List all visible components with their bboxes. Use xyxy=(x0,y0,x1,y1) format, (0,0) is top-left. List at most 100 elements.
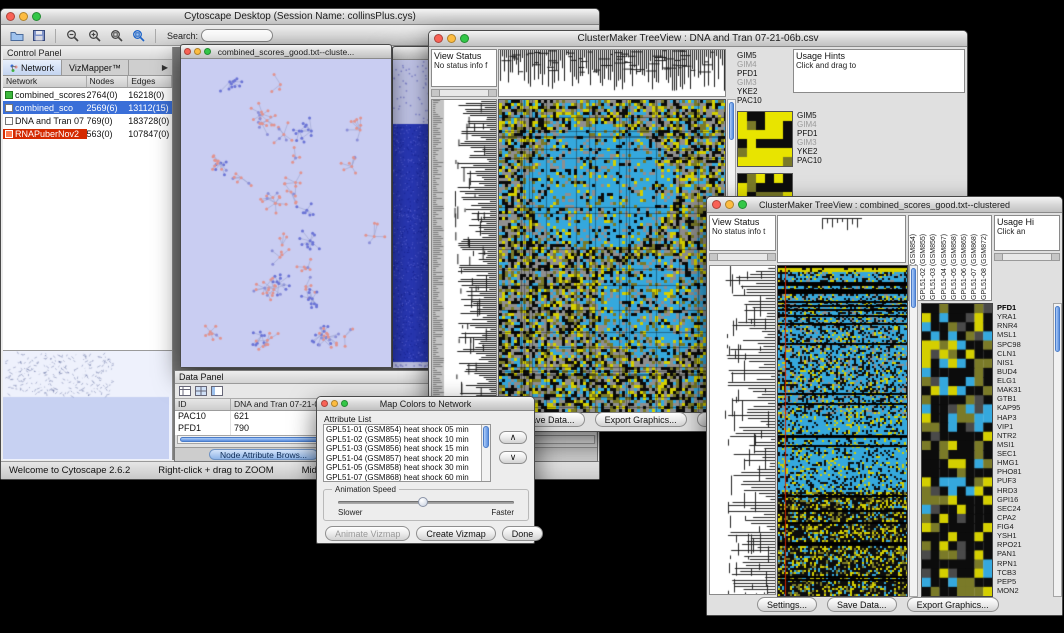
attribute-list-scrollbar[interactable] xyxy=(481,425,490,481)
treeview2-titlebar[interactable]: ClusterMaker TreeView : combined_scores_… xyxy=(707,197,1062,213)
zoom-in-icon[interactable] xyxy=(85,28,104,44)
minimize-icon[interactable] xyxy=(194,48,201,55)
gene-label[interactable]: YKE2 xyxy=(737,87,791,96)
tab-overflow-icon[interactable]: ▶ xyxy=(129,60,172,75)
gene-label[interactable]: GIM3 xyxy=(797,138,841,147)
speed-slider-thumb[interactable] xyxy=(418,497,428,507)
view-status-scrollbar[interactable] xyxy=(431,89,497,97)
gene-label[interactable]: CLN1 xyxy=(997,349,1051,358)
treeview1-titlebar[interactable]: ClusterMaker TreeView : DNA and Tran 07-… xyxy=(429,31,967,47)
minimize-icon[interactable] xyxy=(725,200,734,209)
gene-label[interactable]: SEC24 xyxy=(997,504,1051,513)
col-id[interactable]: ID xyxy=(175,399,231,410)
zoom-region-icon[interactable] xyxy=(129,28,148,44)
zoom-vscrollbar[interactable] xyxy=(1053,303,1062,597)
zoom-window-icon[interactable] xyxy=(32,12,41,21)
gene-label[interactable]: MSI1 xyxy=(997,440,1051,449)
gene-label[interactable]: VIP1 xyxy=(997,422,1051,431)
network-row[interactable]: combined_scores 2764(0) 16218(0) xyxy=(3,88,172,101)
zoom-window-icon[interactable] xyxy=(204,48,211,55)
gene-label[interactable]: GTB1 xyxy=(997,394,1051,403)
done-button[interactable]: Done xyxy=(502,526,544,541)
zoom-window-icon[interactable] xyxy=(460,34,469,43)
close-icon[interactable] xyxy=(434,34,443,43)
usage-hints-scrollbar[interactable] xyxy=(994,253,1060,261)
gene-label[interactable]: GIM4 xyxy=(737,60,791,69)
col-nodes[interactable]: Nodes xyxy=(87,76,129,87)
heatmap-zoom[interactable] xyxy=(921,303,993,597)
tab-network[interactable]: Network xyxy=(3,60,62,75)
move-up-button[interactable]: ∧ xyxy=(499,431,527,444)
row-dendrogram[interactable] xyxy=(431,99,497,411)
table-icon[interactable] xyxy=(179,386,191,396)
main-titlebar[interactable]: Cytoscape Desktop (Session Name: collins… xyxy=(1,9,599,25)
column-label[interactable]: GPL51-05 (GSM858) xyxy=(950,216,960,300)
gene-label[interactable]: NIS1 xyxy=(997,358,1051,367)
col-network[interactable]: Network xyxy=(3,76,87,87)
gene-label[interactable]: HMG1 xyxy=(997,458,1051,467)
dialog-titlebar[interactable]: Map Colors to Network xyxy=(317,397,534,411)
gene-label[interactable]: SPC98 xyxy=(997,340,1051,349)
gene-label[interactable]: YSH1 xyxy=(997,531,1051,540)
gene-label[interactable]: ELG1 xyxy=(997,376,1051,385)
gene-label[interactable]: PEP5 xyxy=(997,577,1051,586)
zoom-out-icon[interactable] xyxy=(63,28,82,44)
gene-label[interactable]: PAN1 xyxy=(997,549,1051,558)
column-label[interactable]: GPL51-08 (GSM872) xyxy=(980,216,990,300)
attribute-list-item[interactable]: GPL51-02 (GSM855) heat shock 10 min xyxy=(324,435,490,445)
create-vizmap-button[interactable]: Create Vizmap xyxy=(416,526,495,541)
network-titlebar[interactable]: combined_scores_good.txt--cluste... xyxy=(181,45,391,59)
gene-label[interactable]: PAC10 xyxy=(797,156,841,165)
treeview-button[interactable]: Export Graphics... xyxy=(595,412,687,427)
close-icon[interactable] xyxy=(712,200,721,209)
zoom-window-icon[interactable] xyxy=(341,400,348,407)
treeview-button[interactable]: Save Data... xyxy=(827,597,897,612)
gene-label[interactable]: SEC1 xyxy=(997,449,1051,458)
gene-label[interactable]: PUF3 xyxy=(997,476,1051,485)
zoom-window-icon[interactable] xyxy=(738,200,747,209)
view-status-scrollbar[interactable] xyxy=(709,253,776,261)
gene-label[interactable]: HRD3 xyxy=(997,486,1051,495)
tab-vizmapper[interactable]: VizMapper™ xyxy=(62,60,129,75)
gene-label[interactable]: YRA1 xyxy=(997,312,1051,321)
heatmap-global[interactable] xyxy=(777,265,908,597)
gene-label[interactable]: PFD1 xyxy=(997,303,1051,312)
column-label[interactable]: GPL51-07 (GSM868) xyxy=(970,216,980,300)
col-edges[interactable]: Edges xyxy=(128,76,172,87)
gene-label[interactable]: PHO81 xyxy=(997,467,1051,476)
open-folder-icon[interactable] xyxy=(7,28,26,44)
save-icon[interactable] xyxy=(29,28,48,44)
close-icon[interactable] xyxy=(184,48,191,55)
gene-label[interactable]: MSL1 xyxy=(997,330,1051,339)
column-dendrogram[interactable] xyxy=(498,49,726,97)
gene-label[interactable]: YKE2 xyxy=(797,147,841,156)
search-input[interactable] xyxy=(201,29,273,42)
move-down-button[interactable]: ∨ xyxy=(499,451,527,464)
correlation-matrix-1[interactable] xyxy=(737,111,793,167)
gene-label[interactable]: KAP95 xyxy=(997,403,1051,412)
gene-label[interactable]: BUD4 xyxy=(997,367,1051,376)
gene-label[interactable]: GPI16 xyxy=(997,495,1051,504)
attribute-list-item[interactable]: GPL51-04 (GSM857) heat shock 20 min xyxy=(324,454,490,464)
column-label[interactable]: GPL51-06 (GSM865) xyxy=(960,216,970,300)
network-row[interactable]: DNA and Tran 07 769(0) 183728(0) xyxy=(3,114,172,127)
gene-label[interactable]: MON2 xyxy=(997,586,1051,595)
column-icon[interactable] xyxy=(211,386,223,396)
gene-label[interactable]: FIG4 xyxy=(997,522,1051,531)
column-label[interactable]: GPL51-02 (GSM855) xyxy=(919,216,929,300)
gene-label[interactable]: PFD1 xyxy=(737,69,791,78)
gene-label[interactable]: GIM5 xyxy=(797,111,841,120)
treeview-button[interactable]: Settings... xyxy=(757,597,817,612)
gene-label[interactable]: RPN1 xyxy=(997,559,1051,568)
gene-label[interactable]: GIM5 xyxy=(737,51,791,60)
treeview-button[interactable]: Export Graphics... xyxy=(907,597,999,612)
animate-vizmap-button[interactable]: Animate Vizmap xyxy=(325,526,410,541)
minimize-icon[interactable] xyxy=(19,12,28,21)
gene-label[interactable]: PAC10 xyxy=(737,96,791,105)
gene-label[interactable]: HAP3 xyxy=(997,413,1051,422)
gene-label[interactable]: RPO21 xyxy=(997,540,1051,549)
attribute-list-item[interactable]: GPL51-05 (GSM858) heat shock 30 min xyxy=(324,463,490,473)
network-canvas[interactable] xyxy=(181,59,391,367)
attribute-list-item[interactable]: GPL51-07 (GSM868) heat shock 60 min xyxy=(324,473,490,482)
close-icon[interactable] xyxy=(6,12,15,21)
